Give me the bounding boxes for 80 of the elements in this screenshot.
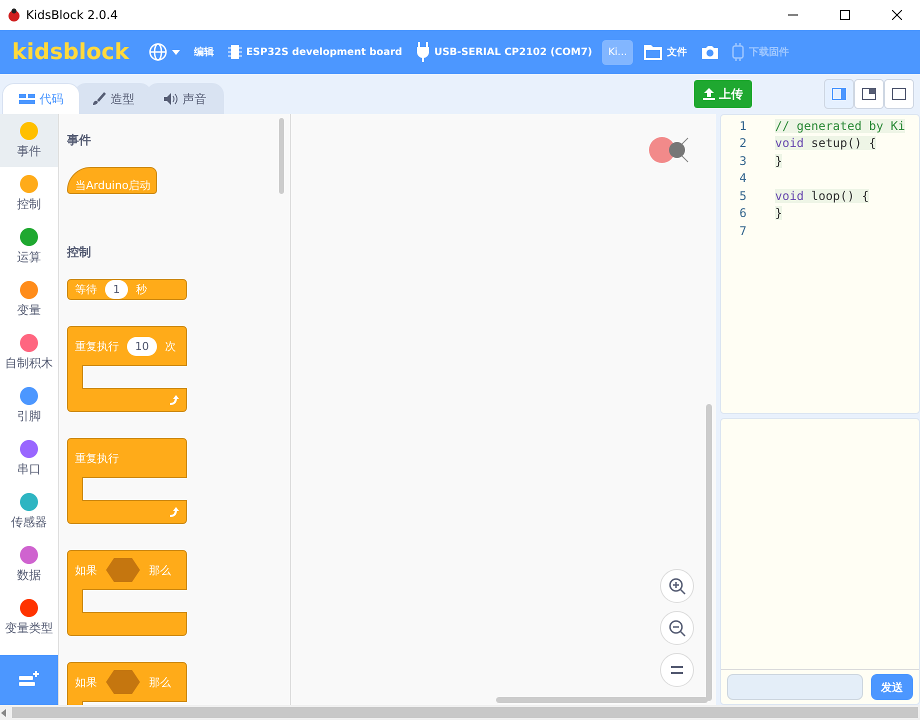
edit-menu[interactable]: 编辑 — [187, 30, 222, 74]
block-label: 次 — [165, 338, 176, 354]
app-icon — [8, 8, 20, 22]
line-number: 1 — [738, 118, 748, 133]
brush-icon — [92, 92, 106, 106]
zoom-in-button[interactable] — [660, 569, 694, 603]
layout-button[interactable] — [854, 79, 884, 109]
layout-icon — [862, 88, 876, 100]
layout-button[interactable] — [884, 79, 914, 109]
extension-icon — [18, 671, 40, 689]
block-label: 秒 — [136, 282, 147, 297]
category-item[interactable]: 数据 — [0, 538, 58, 591]
scroll-left-icon[interactable] — [0, 708, 8, 716]
line-number: 5 — [738, 188, 748, 203]
editor-tab[interactable]: 声音 — [146, 83, 224, 114]
category-item[interactable]: 自制积木 — [0, 326, 58, 379]
add-extension-button[interactable] — [0, 655, 58, 705]
upload-icon — [703, 88, 715, 100]
equals-icon — [670, 665, 684, 675]
line-number: 2 — [738, 136, 748, 150]
number-input[interactable]: 1 — [105, 280, 128, 299]
board-menu[interactable]: ESP32S development board — [221, 30, 410, 74]
condition-slot[interactable] — [105, 669, 141, 695]
loop-arrow-icon — [168, 394, 180, 406]
section-title: 事件 — [67, 132, 92, 149]
layout-icon — [832, 88, 846, 100]
category-item[interactable]: 传感器 — [0, 485, 58, 538]
block-label: 那么 — [149, 674, 171, 690]
scrollbar[interactable] — [706, 404, 712, 701]
code-editor[interactable]: 1 // generated by Ki 2 void setup() { 3 } 4 5 void loop() { 6 } 7 — [720, 114, 920, 414]
category-item[interactable]: 变量类型 — [0, 591, 58, 644]
block-label: 那么 — [149, 562, 171, 578]
reset-zoom-button[interactable] — [660, 653, 694, 687]
line-number: 4 — [738, 171, 748, 186]
code-icon — [18, 94, 34, 104]
zoom-in-icon — [668, 577, 686, 595]
category-item[interactable]: 运算 — [0, 220, 58, 273]
scrollbar[interactable] — [12, 707, 918, 718]
editor-tab[interactable]: 代码 — [2, 83, 80, 114]
plug-icon — [416, 42, 430, 62]
caret-icon — [172, 50, 180, 54]
section-title: 控制 — [67, 244, 92, 261]
zoom-out-icon — [668, 619, 686, 637]
folder-icon — [643, 43, 664, 61]
close-icon — [892, 10, 902, 20]
category-item[interactable]: 引脚 — [0, 379, 58, 432]
scrollbar[interactable] — [279, 118, 284, 194]
block-label: 如果 — [75, 562, 97, 578]
category-item[interactable]: 事件 — [0, 114, 58, 167]
scrollbar[interactable] — [496, 697, 708, 703]
line-number: 6 — [738, 206, 748, 220]
c-block[interactable]: 重复执行 10 次 — [67, 326, 187, 412]
send-button[interactable]: 发送 — [871, 674, 913, 700]
maximize-icon — [840, 10, 850, 20]
condition-slot[interactable] — [105, 557, 141, 583]
wait-block[interactable]: 等待 1 秒 — [67, 279, 187, 300]
block-label: 重复执行 — [75, 450, 119, 466]
loop-arrow-icon — [168, 506, 180, 518]
zoom-out-button[interactable] — [660, 611, 694, 645]
upload-button[interactable]: 上传 — [694, 80, 752, 108]
block-label: 等待 — [75, 282, 97, 297]
window-title: KidsBlock 2.0.4 — [26, 8, 119, 22]
block-label: 当Arduino启动 — [75, 178, 151, 193]
port-menu[interactable]: USB-SERIAL CP2102 (COM7) — [409, 30, 600, 74]
category-item[interactable]: 串口 — [0, 432, 58, 485]
line-number: 3 — [738, 154, 748, 168]
camera-icon — [701, 44, 720, 60]
line-number: 7 — [738, 224, 748, 238]
category-item[interactable]: 变量 — [0, 273, 58, 326]
number-input[interactable]: 10 — [127, 336, 157, 356]
chip-icon — [228, 44, 242, 60]
category-item[interactable]: 控制 — [0, 167, 58, 220]
speaker-icon — [164, 93, 178, 105]
block-label: 如果 — [75, 674, 97, 690]
layout-icon — [892, 88, 906, 100]
serial-input-field[interactable] — [727, 674, 863, 700]
chip-icon — [730, 43, 746, 61]
file-menu[interactable]: 文件 — [636, 30, 694, 74]
globe-icon — [148, 42, 168, 62]
block-label: 重复执行 — [75, 338, 119, 354]
